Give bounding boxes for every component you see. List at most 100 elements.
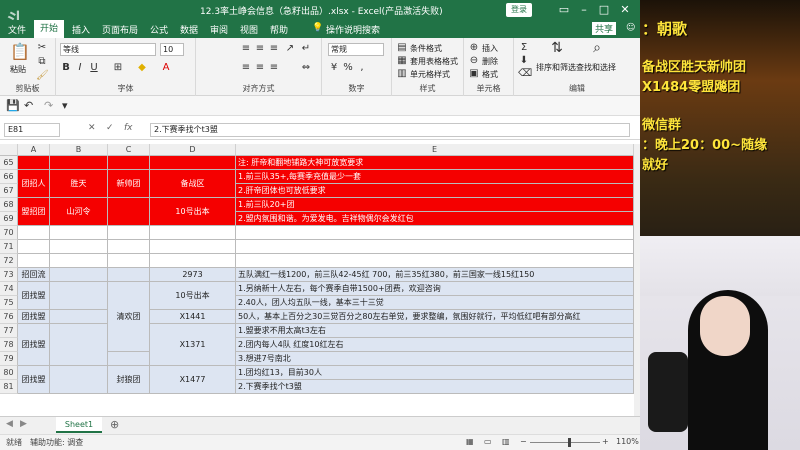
sort-filter-icon[interactable]: ⇅	[548, 41, 566, 60]
close-icon[interactable]: ✕	[617, 2, 633, 18]
cell-b73[interactable]	[50, 268, 108, 282]
select-all-corner[interactable]	[0, 144, 18, 156]
row-header[interactable]: 67	[0, 184, 18, 198]
column-header-c[interactable]: C	[108, 144, 150, 156]
row-header[interactable]: 68	[0, 198, 18, 212]
cell-a71[interactable]	[18, 240, 50, 254]
menu-view[interactable]: 视图	[240, 23, 258, 36]
cell-a70[interactable]	[18, 226, 50, 240]
copy-icon[interactable]: ⧉	[36, 56, 48, 68]
cond-format-button[interactable]: 条件格式	[410, 43, 442, 54]
cell-a74[interactable]: 团找盟	[18, 282, 50, 310]
row-header[interactable]: 74	[0, 282, 18, 296]
cell-c79[interactable]	[108, 352, 150, 366]
paste-icon[interactable]: 📋	[10, 42, 30, 62]
cell-d65[interactable]	[150, 156, 236, 170]
cell-c66[interactable]: 新帅团	[108, 170, 150, 198]
zoom-in-icon[interactable]: +	[602, 437, 609, 446]
cell-c73[interactable]	[108, 268, 150, 282]
row-header[interactable]: 79	[0, 352, 18, 366]
align-bottom-icon[interactable]: ≡	[268, 43, 280, 55]
cell-e70[interactable]	[236, 226, 634, 240]
row-header[interactable]: 78	[0, 338, 18, 352]
menu-file[interactable]: 文件	[8, 23, 26, 36]
italic-icon[interactable]: I	[74, 62, 86, 74]
cell-e77[interactable]: 1.盟要求不用太高t3左右	[236, 324, 634, 338]
menu-data[interactable]: 数据	[180, 23, 198, 36]
cell-e76[interactable]: 50人，基本上百分之30三觉百分之80左右单觉，要求整编，氛围好就行，平均低红吧…	[236, 310, 634, 324]
row-header[interactable]: 73	[0, 268, 18, 282]
cell-d73[interactable]: 2973	[150, 268, 236, 282]
cell-e67[interactable]: 2.肝帝团体也可放低要求	[236, 184, 634, 198]
cell-b68[interactable]: 山河令	[50, 198, 108, 226]
comma-icon[interactable]: ,	[356, 62, 368, 74]
cell-c74[interactable]: 清欢团	[108, 282, 150, 352]
table-format-button[interactable]: 套用表格格式	[410, 56, 458, 67]
cell-e68[interactable]: 1.前三队20+团	[236, 198, 634, 212]
zoom-slider[interactable]	[530, 442, 600, 443]
cell-e69[interactable]: 2.盟内氛围和谐。为爱发电。吉祥物偶尔会发红包	[236, 212, 634, 226]
delete-cells-button[interactable]: 删除	[482, 56, 498, 67]
orientation-icon[interactable]: ↗	[284, 43, 296, 55]
cell-d68[interactable]: 10号出本	[150, 198, 236, 226]
cell-e81[interactable]: 2.下赛季找个t3盟	[236, 380, 634, 394]
number-format-select[interactable]: 常规	[328, 43, 384, 56]
name-box[interactable]: E81	[4, 123, 60, 137]
insert-cells-icon[interactable]: ⊕	[468, 42, 480, 54]
font-size-select[interactable]: 10	[160, 43, 184, 56]
cut-icon[interactable]: ✂	[36, 42, 48, 54]
menu-page-layout[interactable]: 页面布局	[102, 23, 138, 36]
cell-e79[interactable]: 3.想进7号南北	[236, 352, 634, 366]
align-center-icon[interactable]: ≡	[254, 62, 266, 74]
row-header[interactable]: 69	[0, 212, 18, 226]
cell-a77[interactable]: 团找盟	[18, 324, 50, 366]
cell-d72[interactable]	[150, 254, 236, 268]
next-sheet-icon[interactable]: ▶	[20, 419, 27, 429]
insert-function-icon[interactable]: fx	[124, 123, 133, 133]
column-header-d[interactable]: D	[150, 144, 236, 156]
cell-b65[interactable]	[50, 156, 108, 170]
insert-cells-button[interactable]: 插入	[482, 43, 498, 54]
row-header[interactable]: 66	[0, 170, 18, 184]
cell-b76[interactable]	[50, 310, 108, 324]
format-cells-button[interactable]: 格式	[482, 69, 498, 80]
cell-e73[interactable]: 五队满红一线1200，前三队42-45红 700，前三35红380，前三国家一线…	[236, 268, 634, 282]
cell-e74[interactable]: 1.另纳新十人左右，每个赛季自带1500+团费，欢迎咨询	[236, 282, 634, 296]
cell-e66[interactable]: 1.前三队35+,每赛季充值最少一套	[236, 170, 634, 184]
menu-insert[interactable]: 插入	[72, 23, 90, 36]
save-icon[interactable]: 💾	[6, 99, 20, 112]
normal-view-icon[interactable]: ▦	[466, 437, 474, 446]
sort-filter-button[interactable]: 排序和筛选	[536, 62, 576, 73]
cell-c80[interactable]: 封狼团	[108, 366, 150, 394]
row-header[interactable]: 80	[0, 366, 18, 380]
add-sheet-icon[interactable]: ⊕	[110, 418, 119, 431]
column-header-a[interactable]: A	[18, 144, 50, 156]
wrap-text-icon[interactable]: ↵	[300, 43, 312, 55]
undo-icon[interactable]: ↶	[24, 99, 33, 112]
fill-color-icon[interactable]: ◆	[136, 62, 148, 74]
sheet-tab-sheet1[interactable]: Sheet1	[56, 417, 102, 433]
cell-c71[interactable]	[108, 240, 150, 254]
format-cells-icon[interactable]: ▣	[468, 68, 480, 80]
cell-a73[interactable]: 招回流	[18, 268, 50, 282]
minimize-icon[interactable]: –	[576, 2, 592, 18]
menu-home[interactable]: 开始	[34, 20, 65, 38]
cell-d70[interactable]	[150, 226, 236, 240]
delete-cells-icon[interactable]: ⊖	[468, 55, 480, 67]
page-layout-view-icon[interactable]: ▭	[484, 437, 492, 446]
row-header[interactable]: 75	[0, 296, 18, 310]
smiley-icon[interactable]: ☺	[626, 23, 635, 33]
align-middle-icon[interactable]: ≡	[254, 43, 266, 55]
cell-d76[interactable]: X1441	[150, 310, 236, 324]
cell-d80[interactable]: X1477	[150, 366, 236, 394]
cell-e71[interactable]	[236, 240, 634, 254]
row-header[interactable]: 70	[0, 226, 18, 240]
column-header-e[interactable]: E	[236, 144, 634, 156]
row-header[interactable]: 71	[0, 240, 18, 254]
currency-icon[interactable]: ¥	[328, 62, 340, 74]
search-icon[interactable]: ⌕	[588, 41, 606, 60]
prev-sheet-icon[interactable]: ◀	[6, 419, 13, 429]
cond-format-icon[interactable]: ▤	[396, 42, 408, 54]
menu-review[interactable]: 审阅	[210, 23, 228, 36]
cell-c72[interactable]	[108, 254, 150, 268]
